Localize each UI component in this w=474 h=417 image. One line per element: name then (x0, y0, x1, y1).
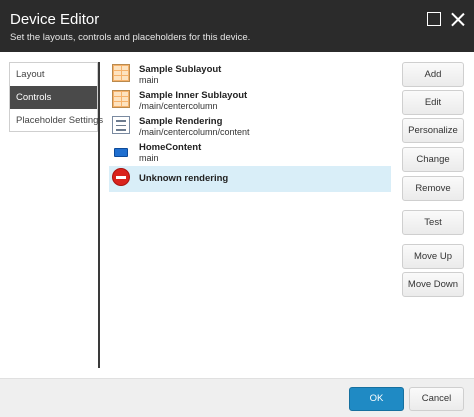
list-item[interactable]: Sample Rendering /main/centercolumn/cont… (109, 114, 391, 140)
personalize-button[interactable]: Personalize (402, 118, 464, 143)
dialog-header: Device Editor Set the layouts, controls … (0, 0, 474, 52)
rendering-placeholder: /main/centercolumn (139, 101, 218, 111)
rendering-document-icon (112, 116, 130, 134)
nav-item-placeholder-settings[interactable]: Placeholder Settings (10, 109, 103, 132)
nav-item-controls[interactable]: Controls (10, 86, 97, 109)
rendering-placeholder: main (139, 75, 159, 85)
rendering-name: Sample Inner Sublayout (139, 90, 248, 101)
rendering-name: Sample Rendering (139, 116, 223, 127)
edit-button[interactable]: Edit (402, 90, 464, 115)
close-icon[interactable] (451, 12, 465, 26)
dialog-subtitle: Set the layouts, controls and placeholde… (10, 32, 251, 43)
rendering-name: Unknown rendering (139, 173, 229, 184)
dialog-title: Device Editor (10, 11, 100, 28)
rendering-name: Sample Sublayout (139, 64, 222, 75)
list-item[interactable]: HomeContent main (109, 140, 391, 166)
change-button[interactable]: Change (402, 147, 464, 172)
rendering-placeholder: /main/centercolumn/content (139, 127, 250, 137)
sublayout-grid-icon (112, 64, 130, 82)
list-item[interactable]: Sample Inner Sublayout /main/centercolum… (109, 88, 391, 114)
move-up-button[interactable]: Move Up (402, 244, 464, 269)
dialog-footer: OK Cancel (0, 378, 474, 417)
rendering-name: HomeContent (139, 142, 202, 153)
cancel-button[interactable]: Cancel (409, 387, 464, 411)
panel-divider (98, 62, 100, 368)
renderings-list: Sample Sublayout main Sample Inner Subla… (109, 62, 391, 192)
move-down-button[interactable]: Move Down (402, 272, 464, 297)
section-nav: Layout Controls Placeholder Settings (9, 62, 103, 132)
ok-button[interactable]: OK (349, 387, 404, 411)
rendering-placeholder: main (139, 153, 159, 163)
maximize-icon[interactable] (427, 12, 441, 26)
sublayout-grid-icon (112, 90, 130, 108)
remove-button[interactable]: Remove (402, 176, 464, 201)
list-item[interactable]: Sample Sublayout main (109, 62, 391, 88)
stop-icon (112, 168, 130, 186)
nav-item-layout[interactable]: Layout (10, 63, 97, 86)
add-button[interactable]: Add (402, 62, 464, 87)
blue-block-icon (114, 148, 128, 157)
test-button[interactable]: Test (402, 210, 464, 235)
list-item-selected[interactable]: Unknown rendering (109, 166, 391, 192)
